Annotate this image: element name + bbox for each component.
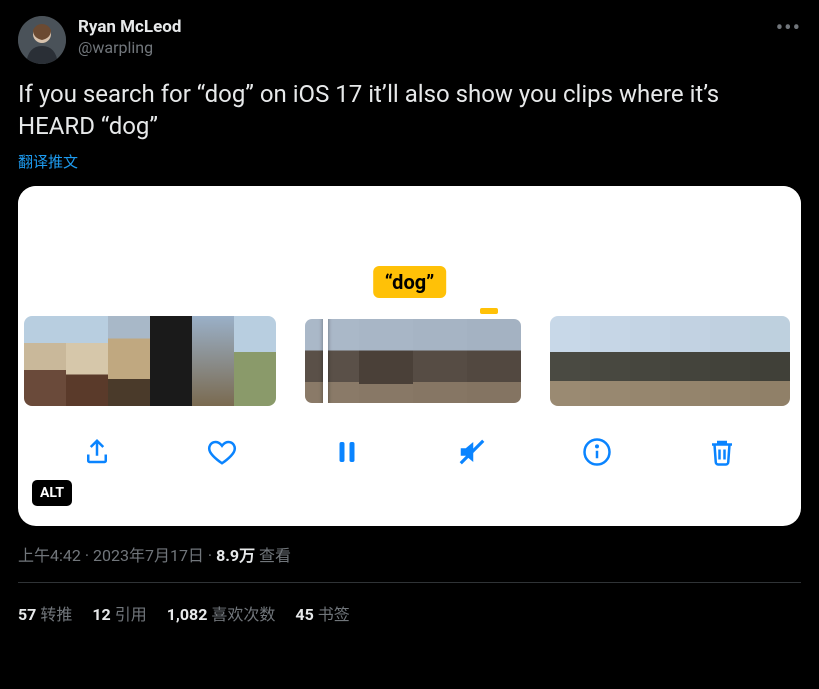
bookmarks[interactable]: 45书签 — [295, 601, 349, 625]
share-icon[interactable] — [77, 432, 117, 472]
tweet-header: Ryan McLeod @warpling ••• — [18, 16, 801, 64]
clip-thumbnail[interactable] — [550, 316, 790, 406]
video-timeline[interactable] — [18, 286, 801, 416]
playhead[interactable] — [323, 316, 328, 406]
user-info: Ryan McLeod @warpling — [78, 16, 181, 59]
display-name[interactable]: Ryan McLeod — [78, 16, 181, 38]
trash-icon[interactable] — [702, 432, 742, 472]
likes[interactable]: 1,082喜欢次数 — [167, 601, 276, 625]
media-toolbar — [18, 416, 801, 488]
clip-thumbnail[interactable] — [24, 316, 276, 406]
tweet-meta: 上午4:42 · 2023年7月17日 · 8.9万 查看 — [18, 542, 801, 566]
views-count[interactable]: 8.9万 — [216, 546, 255, 565]
translate-link[interactable]: 翻译推文 — [18, 151, 801, 172]
tweet-body: If you search for “dog” on iOS 17 it’ll … — [18, 78, 801, 143]
views-label: 查看 — [255, 546, 291, 565]
pause-icon[interactable] — [327, 432, 367, 472]
media-card[interactable]: “dog” — [18, 186, 801, 526]
tweet-time[interactable]: 上午4:42 — [18, 546, 81, 565]
playhead-marker — [480, 308, 498, 314]
media-upper: “dog” — [18, 186, 801, 286]
more-icon[interactable]: ••• — [776, 16, 801, 41]
clip-thumbnail-active[interactable] — [302, 316, 524, 406]
search-term-label: “dog” — [373, 266, 447, 298]
tweet-date[interactable]: 2023年7月17日 — [93, 546, 204, 565]
retweets[interactable]: 57转推 — [18, 601, 72, 625]
handle[interactable]: @warpling — [78, 38, 181, 59]
avatar[interactable] — [18, 16, 66, 64]
mute-icon[interactable] — [452, 432, 492, 472]
heart-icon[interactable] — [202, 432, 242, 472]
quotes[interactable]: 12引用 — [92, 601, 146, 625]
tweet-stats: 57转推 12引用 1,082喜欢次数 45书签 — [18, 583, 801, 625]
tweet-container: Ryan McLeod @warpling ••• If you search … — [0, 0, 819, 625]
alt-badge[interactable]: ALT — [32, 480, 72, 506]
info-icon[interactable] — [577, 432, 617, 472]
